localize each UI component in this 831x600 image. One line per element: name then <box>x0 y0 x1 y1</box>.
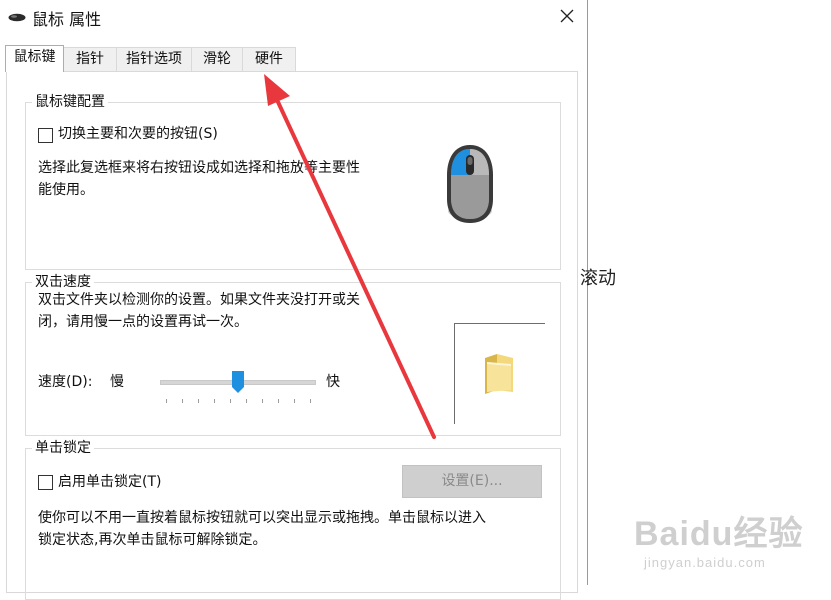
button-config-group: 鼠标键配置 切换主要和次要的按钮(S) 选择此复选框来将右按钮设成如选择和拖放等… <box>25 92 561 270</box>
double-click-description: 双击文件夹以检测你的设置。如果文件夹没打开或关 闭，请用慢一点的设置再试一次。 <box>38 292 360 330</box>
slow-label: 慢 <box>110 374 124 390</box>
watermark-url: jingyan.baidu.com <box>644 555 766 570</box>
double-click-speed-group: 双击速度 双击文件夹以检测你的设置。如果文件夹没打开或关 闭，请用慢一点的设置再… <box>25 272 561 436</box>
mouse-illustration-icon <box>447 145 493 223</box>
mouse-icon <box>8 13 26 22</box>
mouse-properties-dialog: 鼠标 属性 鼠标键 指针 指针选项 滑轮 硬件 鼠标键配置 切换主要和次要的按钮… <box>0 0 588 600</box>
tab-mouse-buttons[interactable]: 鼠标键 <box>5 45 64 72</box>
watermark-logo: Baidu经验 <box>634 515 804 553</box>
background-partial-text: 滚动 <box>580 268 616 289</box>
double-click-test-area[interactable] <box>454 323 545 424</box>
speed-slider-ticks <box>166 399 311 403</box>
click-lock-title: 单击锁定 <box>32 438 94 458</box>
button-config-title: 鼠标键配置 <box>32 92 108 112</box>
close-button[interactable] <box>548 0 586 32</box>
tab-pointer-options[interactable]: 指针选项 <box>116 47 192 71</box>
swap-buttons-description: 选择此复选框来将右按钮设成如选择和拖放等主要性 能使用。 <box>38 160 360 198</box>
title-bar: 鼠标 属性 <box>0 0 587 34</box>
swap-buttons-label[interactable]: 切换主要和次要的按钮(S) <box>58 124 218 144</box>
tab-panel: 鼠标键配置 切换主要和次要的按钮(S) 选择此复选框来将右按钮设成如选择和拖放等… <box>6 71 578 600</box>
watermark: Baidu经验 jingyan.baidu.com <box>634 506 803 570</box>
close-icon <box>560 9 574 23</box>
click-lock-group: 单击锁定 启用单击锁定(T) 设置(E)... 使你可以不用一直按着鼠标按钮就可… <box>25 438 561 600</box>
tab-wheel[interactable]: 滑轮 <box>191 47 243 71</box>
tab-strip: 鼠标键 指针 指针选项 滑轮 硬件 <box>0 45 587 72</box>
click-lock-settings-button[interactable]: 设置(E)... <box>402 465 542 498</box>
tab-hardware[interactable]: 硬件 <box>242 47 296 71</box>
window-title: 鼠标 属性 <box>32 10 102 29</box>
speed-label: 速度(D): <box>38 374 93 390</box>
fast-label: 快 <box>326 374 340 390</box>
click-lock-label[interactable]: 启用单击锁定(T) <box>58 472 161 492</box>
speed-slider-thumb[interactable] <box>232 371 244 393</box>
swap-buttons-checkbox[interactable] <box>38 128 53 143</box>
folder-icon[interactable] <box>481 352 517 394</box>
click-lock-checkbox[interactable] <box>38 475 53 490</box>
tab-pointers[interactable]: 指针 <box>63 47 117 71</box>
click-lock-description: 使你可以不用一直按着鼠标按钮就可以突出显示或拖拽。单击鼠标以进入 锁定状态,再次… <box>38 510 486 548</box>
